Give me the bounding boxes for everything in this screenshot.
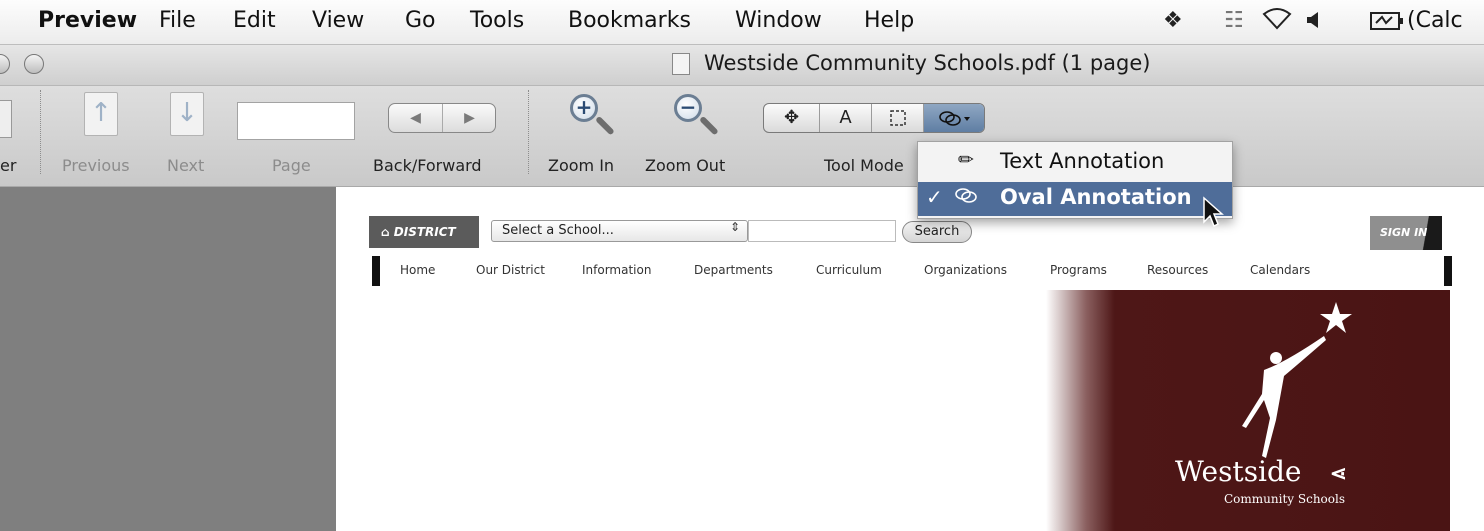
sidebar-gray-area bbox=[0, 187, 336, 531]
tool-mode-segmented-control[interactable]: ✥ A bbox=[763, 103, 985, 133]
ws-monogram-icon: ⋖ bbox=[1330, 461, 1347, 484]
checkmark-icon: ✓ bbox=[926, 185, 943, 209]
annotation-tool-icon[interactable] bbox=[924, 104, 984, 132]
menu-window[interactable]: Window bbox=[735, 8, 822, 33]
figure-with-star-icon bbox=[1242, 302, 1352, 458]
home-icon: ⌂ bbox=[381, 225, 394, 239]
wifi-icon[interactable] bbox=[1262, 6, 1292, 36]
drawer-label: er bbox=[0, 156, 17, 175]
page-number-field[interactable] bbox=[237, 102, 355, 140]
forward-arrow-icon[interactable]: ▶ bbox=[443, 104, 496, 132]
nav-resources[interactable]: Resources bbox=[1147, 263, 1208, 277]
menu-tools[interactable]: Tools bbox=[470, 8, 524, 33]
back-forward-label: Back/Forward bbox=[373, 156, 482, 175]
zoom-out-icon[interactable]: − bbox=[670, 90, 720, 144]
westside-logo-text: Westside bbox=[1175, 455, 1302, 488]
menu-item-oval-annotation-label: Oval Annotation bbox=[1000, 185, 1192, 209]
toolbar: er ↑ Previous ↓ Next Page ◀ ▶ Back/Forwa… bbox=[0, 86, 1484, 187]
select-arrows-icon: ⇕ bbox=[730, 220, 741, 234]
nav-curriculum[interactable]: Curriculum bbox=[816, 263, 882, 277]
previous-label: Previous bbox=[62, 156, 130, 175]
text-tool-icon[interactable]: A bbox=[820, 104, 872, 132]
drawer-icon[interactable] bbox=[0, 100, 12, 138]
tool-mode-label: Tool Mode bbox=[824, 156, 904, 175]
volume-icon[interactable] bbox=[1306, 10, 1322, 36]
nav-information[interactable]: Information bbox=[582, 263, 651, 277]
nav-departments[interactable]: Departments bbox=[694, 263, 773, 277]
zoom-in-icon[interactable]: + bbox=[566, 90, 616, 144]
menu-edit[interactable]: Edit bbox=[233, 8, 276, 33]
svg-text:⋖: ⋖ bbox=[1330, 461, 1347, 484]
nav-calendars[interactable]: Calendars bbox=[1250, 263, 1310, 277]
back-arrow-icon[interactable]: ◀ bbox=[389, 104, 443, 132]
select-tool-icon[interactable] bbox=[872, 104, 924, 132]
search-button[interactable]: Search bbox=[902, 221, 972, 243]
toolbar-separator bbox=[40, 90, 41, 174]
script-menu-icon[interactable]: ❖ bbox=[1163, 8, 1183, 33]
menu-app-preview[interactable]: Preview bbox=[38, 8, 137, 33]
district-label: DISTRICT bbox=[393, 225, 456, 239]
community-schools-text: Community Schools bbox=[1224, 492, 1345, 506]
toolbar-separator bbox=[528, 90, 529, 174]
pdf-document-icon[interactable] bbox=[672, 53, 690, 75]
zoom-out-label: Zoom Out bbox=[645, 156, 726, 175]
nav-home[interactable]: Home bbox=[400, 263, 435, 277]
menu-bookmarks[interactable]: Bookmarks bbox=[568, 8, 691, 33]
menu-help[interactable]: Help bbox=[864, 8, 914, 33]
back-forward-control[interactable]: ◀ ▶ bbox=[388, 103, 496, 133]
next-page-icon[interactable]: ↓ bbox=[170, 92, 204, 136]
pencil-icon: ✏ bbox=[958, 149, 974, 171]
district-button[interactable]: ⌂ DISTRICT bbox=[369, 216, 479, 248]
previous-page-icon[interactable]: ↑ bbox=[84, 92, 118, 136]
binoculars-icon[interactable]: ☷ bbox=[1224, 8, 1244, 33]
nav-our-district[interactable]: Our District bbox=[476, 263, 545, 277]
menu-item-text-annotation-label: Text Annotation bbox=[1000, 149, 1165, 173]
zoom-button[interactable] bbox=[24, 54, 44, 74]
battery-icon[interactable] bbox=[1370, 11, 1404, 37]
school-select[interactable]: Select a School... bbox=[491, 220, 748, 242]
menu-item-oval-annotation[interactable]: ✓ Oval Annotation bbox=[918, 182, 1232, 216]
mouse-cursor-icon bbox=[1203, 196, 1224, 228]
menu-file[interactable]: File bbox=[159, 8, 196, 33]
search-input[interactable] bbox=[748, 220, 896, 242]
window-title: Westside Community Schools.pdf (1 page) bbox=[704, 51, 1151, 75]
sign-in-button[interactable]: SIGN IN bbox=[1370, 216, 1442, 250]
zoom-in-label: Zoom In bbox=[548, 156, 615, 175]
menu-go[interactable]: Go bbox=[405, 8, 436, 33]
move-tool-icon[interactable]: ✥ bbox=[764, 104, 820, 132]
oval-annotation-icon bbox=[954, 185, 980, 210]
site-nav-bar: Home Our District Information Department… bbox=[372, 256, 1452, 286]
nav-programs[interactable]: Programs bbox=[1050, 263, 1107, 277]
window-title-bar[interactable]: Westside Community Schools.pdf (1 page) bbox=[0, 45, 1484, 86]
menu-bar: Preview File Edit View Go Tools Bookmark… bbox=[0, 0, 1484, 45]
minimize-button[interactable] bbox=[0, 54, 10, 74]
nav-organizations[interactable]: Organizations bbox=[924, 263, 1007, 277]
tool-mode-dropdown-menu: ✏ Text Annotation ✓ Oval Annotation bbox=[917, 141, 1233, 219]
page-label: Page bbox=[272, 156, 311, 175]
next-label: Next bbox=[167, 156, 205, 175]
menu-item-text-annotation[interactable]: ✏ Text Annotation bbox=[918, 146, 1232, 180]
clock-text[interactable]: (Calc bbox=[1407, 8, 1463, 33]
menu-view[interactable]: View bbox=[312, 8, 364, 33]
